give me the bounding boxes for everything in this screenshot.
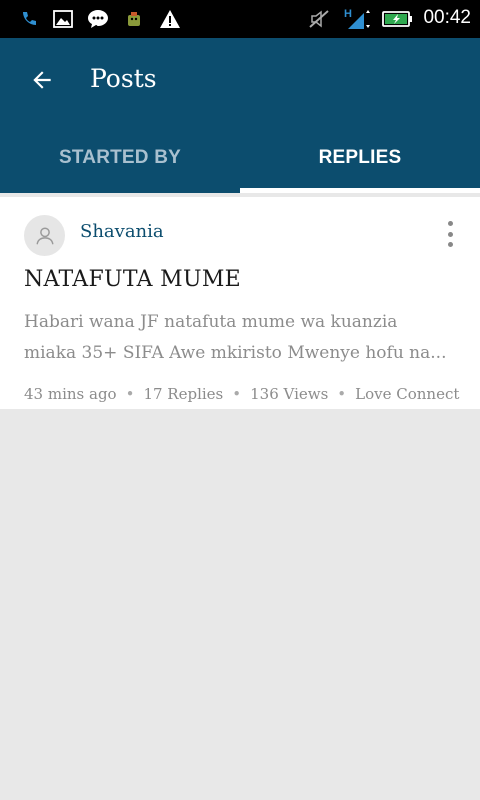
muted-volume-icon xyxy=(308,9,330,29)
phone-call-icon xyxy=(18,9,40,29)
back-button[interactable] xyxy=(24,62,60,98)
tab-replies[interactable]: REPLIES xyxy=(240,123,480,193)
warning-icon xyxy=(159,9,181,29)
post-excerpt: Habari wana JF natafuta mume wa kuanzia … xyxy=(24,307,460,369)
back-arrow-icon xyxy=(33,71,51,89)
separator-dot: • xyxy=(337,385,347,403)
chat-bubble-icon xyxy=(87,9,109,29)
reply-count: 17 Replies xyxy=(143,385,224,403)
hspa-signal-icon: H xyxy=(344,8,372,29)
status-bar: H 00:42 xyxy=(0,0,480,38)
network-type-label: H xyxy=(344,8,352,20)
active-tab-indicator xyxy=(240,188,480,193)
post-author[interactable]: Shavania xyxy=(80,221,164,242)
tab-bar: STARTED BY REPLIES xyxy=(0,123,480,193)
avatar[interactable] xyxy=(24,215,65,256)
overflow-dot-icon xyxy=(447,221,453,226)
battery-charging-icon xyxy=(382,9,414,29)
excerpt-line: Habari wana JF natafuta mume wa kuanzia xyxy=(24,312,398,332)
separator-dot: • xyxy=(125,385,135,403)
more-options-button[interactable] xyxy=(442,221,458,247)
post-time-ago: 43 mins ago xyxy=(24,385,117,403)
android-debug-icon xyxy=(123,9,145,29)
separator-dot: • xyxy=(232,385,242,403)
post-card[interactable]: Shavania NATAFUTA MUME Habari wana JF na… xyxy=(0,197,480,409)
view-count: 136 Views xyxy=(250,385,329,403)
app-bar: Posts xyxy=(0,38,480,123)
post-meta: 43 mins ago • 17 Replies • 136 Views • Love Co… xyxy=(24,385,459,403)
user-placeholder-icon xyxy=(35,226,54,244)
image-icon xyxy=(52,9,74,29)
page-title: Posts xyxy=(90,64,157,93)
status-time: 00:42 xyxy=(423,7,471,28)
forum-link[interactable]: Love Connect xyxy=(355,385,459,403)
excerpt-line: miaka 35+ SIFA Awe mkiristo Mwenye hofu … xyxy=(24,343,447,363)
post-title[interactable]: NATAFUTA MUME xyxy=(24,267,241,292)
overflow-dot-icon xyxy=(447,231,453,237)
overflow-dot-icon xyxy=(447,242,453,247)
tab-started-by[interactable]: STARTED BY xyxy=(0,123,240,193)
